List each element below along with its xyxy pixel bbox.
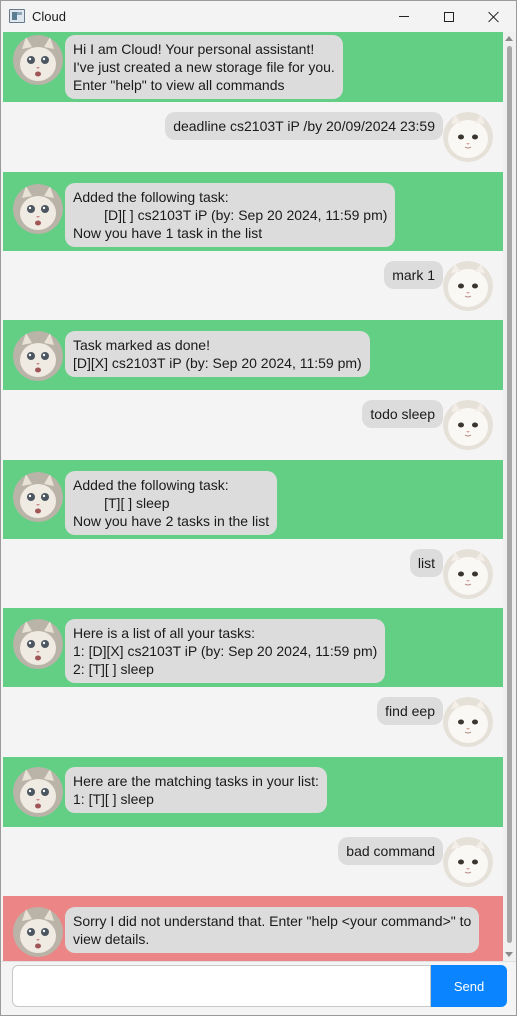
chat-row-user: bad command — [3, 827, 503, 896]
bot-message-bubble: Sorry I did not understand that. Enter "… — [65, 907, 480, 953]
scroll-down-arrow-icon[interactable] — [505, 952, 513, 957]
chat-row-user: mark 1 — [3, 251, 503, 320]
user-avatar — [443, 261, 493, 311]
user-message-bubble: todo sleep — [362, 400, 443, 428]
bot-avatar — [13, 331, 63, 381]
chat-row-user: todo sleep — [3, 390, 503, 460]
chat-row-bot: Here is a list of all your tasks: 1: [D]… — [3, 608, 503, 687]
user-message-bubble: bad command — [338, 837, 443, 865]
bot-avatar — [13, 35, 63, 85]
bot-avatar — [13, 184, 63, 234]
bot-avatar — [13, 472, 63, 522]
bot-message-bubble: Here is a list of all your tasks: 1: [D]… — [65, 619, 386, 683]
send-button[interactable]: Send — [431, 965, 507, 1007]
close-icon — [488, 11, 500, 23]
message-input[interactable] — [12, 965, 431, 1007]
bot-message-bubble: Added the following task: [T][ ] sleep N… — [65, 471, 278, 535]
chat-row-bot-error: Sorry I did not understand that. Enter "… — [3, 896, 503, 961]
chat-row-bot: Here are the matching tasks in your list… — [3, 757, 503, 827]
bot-avatar — [13, 907, 63, 957]
input-bar: Send — [1, 961, 516, 1015]
chat-row-bot: Added the following task: [D][ ] cs2103T… — [3, 172, 503, 251]
minimize-icon — [399, 16, 409, 17]
user-avatar — [443, 400, 493, 450]
user-message-bubble: mark 1 — [384, 261, 443, 289]
user-message-bubble: list — [409, 549, 443, 577]
maximize-button[interactable] — [426, 1, 472, 32]
user-message-bubble: find eep — [377, 697, 443, 725]
chat-row-bot: Task marked as done! [D][X] cs2103T iP (… — [3, 320, 503, 390]
user-avatar — [443, 697, 493, 747]
bot-avatar — [13, 767, 63, 817]
chat-row-user: deadline cs2103T iP /by 20/09/2024 23:59 — [3, 102, 503, 172]
user-avatar — [443, 837, 493, 887]
maximize-icon — [444, 11, 454, 22]
close-button[interactable] — [471, 1, 516, 32]
minimize-button[interactable] — [381, 1, 427, 32]
bot-avatar — [13, 619, 63, 669]
user-avatar — [443, 112, 493, 162]
app-window: Cloud Hi I am Cloud! Your personal assis… — [0, 0, 517, 1016]
chat-row-bot: Added the following task: [T][ ] sleep N… — [3, 460, 503, 539]
title-bar[interactable]: Cloud — [1, 1, 516, 32]
bot-message-bubble: Here are the matching tasks in your list… — [65, 767, 327, 813]
bot-message-bubble: Hi I am Cloud! Your personal assistant! … — [65, 35, 343, 99]
chat-row-user: list — [3, 539, 503, 608]
bot-message-bubble: Added the following task: [D][ ] cs2103T… — [65, 183, 396, 247]
app-icon — [9, 9, 25, 23]
chat-scroll-pane[interactable]: Hi I am Cloud! Your personal assistant! … — [1, 32, 503, 961]
chat-row-bot: Hi I am Cloud! Your personal assistant! … — [3, 32, 503, 102]
scroll-up-arrow-icon[interactable] — [505, 36, 513, 41]
window-title: Cloud — [32, 9, 66, 24]
user-message-bubble: deadline cs2103T iP /by 20/09/2024 23:59 — [165, 112, 443, 140]
chat-row-user: find eep — [3, 687, 503, 757]
scrollbar-thumb[interactable] — [507, 46, 512, 943]
bot-message-bubble: Task marked as done! [D][X] cs2103T iP (… — [65, 331, 370, 377]
user-avatar — [443, 549, 493, 599]
vertical-scrollbar[interactable] — [503, 32, 516, 961]
